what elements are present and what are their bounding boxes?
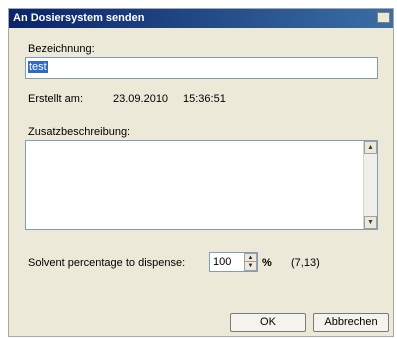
ok-button[interactable]: OK xyxy=(230,313,306,332)
scroll-up-icon: ▲ xyxy=(367,144,374,151)
solvent-unit: % xyxy=(262,257,272,269)
description-textarea[interactable]: ▲ ▼ xyxy=(25,140,378,230)
description-scrollbar[interactable]: ▲ ▼ xyxy=(363,141,377,229)
description-label: Zusatzbeschreibung: xyxy=(28,126,131,138)
name-label: Bezeichnung: xyxy=(28,43,95,55)
title-bar[interactable]: An Dosiersystem senden xyxy=(9,9,393,28)
dialog-window: An Dosiersystem senden Bezeichnung: test… xyxy=(8,8,394,337)
spin-down-icon: ▼ xyxy=(247,263,254,269)
created-date: 23.09.2010 xyxy=(113,93,169,105)
window-title: An Dosiersystem senden xyxy=(13,12,145,24)
close-button[interactable] xyxy=(377,12,390,23)
created-time: 15:36:51 xyxy=(183,93,226,105)
solvent-value: 100 xyxy=(213,256,232,268)
name-input-value: test xyxy=(28,61,48,73)
cancel-button[interactable]: Abbrechen xyxy=(313,313,389,332)
scroll-down-icon: ▼ xyxy=(367,219,374,226)
solvent-label: Solvent percentage to dispense: xyxy=(28,257,186,269)
solvent-extra-value: (7,13) xyxy=(291,257,320,269)
created-label: Erstellt am: xyxy=(28,93,84,105)
name-input[interactable]: test xyxy=(25,57,378,79)
scroll-up-button[interactable]: ▲ xyxy=(364,141,377,154)
solvent-percentage-spinner[interactable]: 100 ▲ ▼ xyxy=(209,252,258,272)
scroll-down-button[interactable]: ▼ xyxy=(364,216,377,229)
spin-down-button[interactable]: ▼ xyxy=(244,261,257,271)
